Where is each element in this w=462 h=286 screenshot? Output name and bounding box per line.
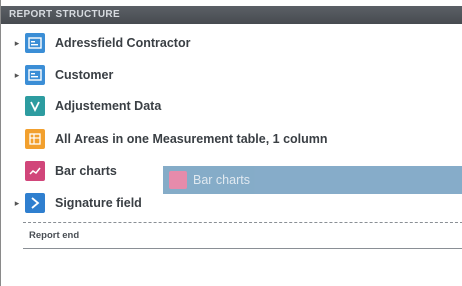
tree-item-signature-field[interactable]: ▸ Signature field <box>1 190 441 216</box>
bar-chart-icon <box>25 161 45 181</box>
tree-item-measurement-table[interactable]: All Areas in one Measurement table, 1 co… <box>1 126 441 152</box>
separator-solid <box>23 248 462 249</box>
tree-item-label: Adressfield Contractor <box>55 36 191 50</box>
tree-item-adressfield-contractor[interactable]: ▸ Adressfield Contractor <box>1 30 441 56</box>
report-end-label: Report end <box>29 230 80 241</box>
signature-icon <box>25 193 45 213</box>
tree-item-customer[interactable]: ▸ Customer <box>1 62 441 88</box>
tree-item-adjustement-data[interactable]: Adjustement Data <box>1 93 441 119</box>
tree-item-label: All Areas in one Measurement table, 1 co… <box>55 132 328 146</box>
expand-arrow-icon[interactable]: ▸ <box>13 30 21 56</box>
bar-chart-icon <box>169 171 187 189</box>
tree-item-label: Bar charts <box>55 164 117 178</box>
expand-arrow-icon[interactable]: ▸ <box>13 62 21 88</box>
table-icon <box>25 129 45 149</box>
separator-dotted <box>23 222 462 223</box>
address-card-icon <box>25 33 45 53</box>
panel-header: REPORT STRUCTURE <box>1 6 462 24</box>
expand-arrow-icon[interactable]: ▸ <box>13 190 21 216</box>
tree-item-label: Adjustement Data <box>55 99 162 113</box>
address-card-icon <box>25 65 45 85</box>
tree-item-label: Customer <box>55 68 114 82</box>
tree-item-label: Signature field <box>55 196 142 210</box>
check-shield-icon <box>25 96 45 116</box>
report-structure-panel: REPORT STRUCTURE ▸ Adressfield Contracto… <box>0 0 462 286</box>
drag-ghost-label: Bar charts <box>193 173 250 187</box>
